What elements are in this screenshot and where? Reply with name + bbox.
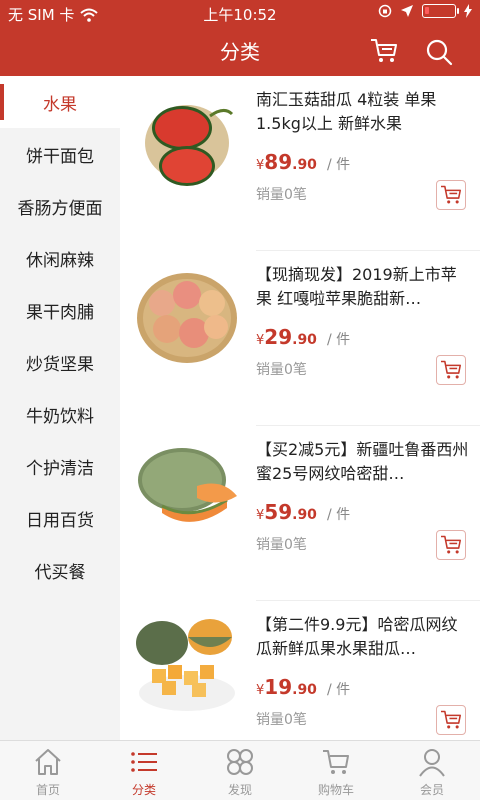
tab-category[interactable]: 分类: [96, 741, 192, 800]
location-icon: [401, 5, 413, 17]
price-unit: / 件: [326, 332, 351, 348]
sidebar-item-spicy-snacks[interactable]: 休闲麻辣: [0, 232, 120, 284]
product-price: ¥19.90 / 件: [256, 675, 351, 699]
cart-icon: [441, 360, 461, 379]
tab-home[interactable]: 首页: [0, 741, 96, 800]
sidebar-item-dried-fruit-jerky[interactable]: 果干肉脯: [0, 284, 120, 336]
product-title[interactable]: 南汇玉菇甜瓜 4粒装 单果1.5kg以上 新鲜水果: [256, 88, 470, 136]
list-item[interactable]: 南汇玉菇甜瓜 4粒装 单果1.5kg以上 新鲜水果 ¥89.90 / 件 销量0…: [120, 76, 480, 251]
page-title: 分类: [220, 40, 260, 64]
rotation-lock-icon: [378, 4, 392, 18]
list-icon: [131, 752, 157, 772]
product-image-watermelon: [145, 105, 234, 186]
user-icon: [419, 749, 445, 777]
cart-icon: [441, 185, 461, 204]
sidebar-item-milk-drinks[interactable]: 牛奶饮料: [0, 388, 120, 440]
app-header: 无 SIM 卡 上午10:52 分类: [0, 0, 480, 76]
sidebar-item-biscuits[interactable]: 饼干面包: [0, 128, 120, 180]
product-image-hami-melon: [138, 448, 237, 522]
add-to-cart-button[interactable]: [436, 530, 466, 560]
discover-icon: [227, 749, 253, 775]
tab-member[interactable]: 会员: [384, 741, 480, 800]
tab-discover[interactable]: 发现: [192, 741, 288, 800]
battery-icon: [422, 4, 459, 18]
product-image-apples: [137, 273, 237, 363]
cart-icon: [323, 750, 349, 774]
list-item[interactable]: 【买2减5元】新疆吐鲁番西州蜜25号网纹哈密甜… ¥59.90 / 件 销量0笔: [120, 426, 480, 601]
sidebar-item-personal-care[interactable]: 个护清洁: [0, 440, 120, 492]
price-unit: / 件: [326, 157, 351, 173]
product-price: ¥29.90 / 件: [256, 325, 351, 349]
cart-icon[interactable]: [370, 38, 398, 64]
sales-count: 销量0笔: [256, 537, 307, 553]
cart-icon: [441, 535, 461, 554]
add-to-cart-button[interactable]: [436, 705, 466, 735]
product-image-cut-melon: [136, 619, 235, 711]
sidebar-item-fruit[interactable]: 水果: [0, 76, 120, 128]
product-list: 南汇玉菇甜瓜 4粒装 单果1.5kg以上 新鲜水果 ¥89.90 / 件 销量0…: [120, 76, 480, 740]
list-item[interactable]: 【现摘现发】2019新上市苹果 红嘎啦苹果脆甜新… ¥29.90 / 件 销量0…: [120, 251, 480, 426]
tab-cart[interactable]: 购物车: [288, 741, 384, 800]
sidebar-item-sausage-noodles[interactable]: 香肠方便面: [0, 180, 120, 232]
sidebar-item-meal-delivery[interactable]: 代买餐: [0, 544, 120, 596]
bottom-tab-bar: 首页 分类 发现 购物车 会员: [0, 740, 480, 800]
product-price: ¥59.90 / 件: [256, 500, 351, 524]
product-title[interactable]: 【第二件9.9元】哈密瓜网纹瓜新鲜瓜果水果甜瓜…: [256, 613, 470, 661]
sidebar-item-nuts[interactable]: 炒货坚果: [0, 336, 120, 388]
home-icon: [35, 749, 61, 775]
product-title[interactable]: 【现摘现发】2019新上市苹果 红嘎啦苹果脆甜新…: [256, 263, 470, 311]
status-bar: 无 SIM 卡 上午10:52: [0, 0, 480, 26]
sidebar-item-daily-goods[interactable]: 日用百货: [0, 492, 120, 544]
sales-count: 销量0笔: [256, 362, 307, 378]
sales-count: 销量0笔: [256, 712, 307, 728]
price-unit: / 件: [326, 682, 351, 698]
add-to-cart-button[interactable]: [436, 180, 466, 210]
product-price: ¥89.90 / 件: [256, 150, 351, 174]
cart-icon: [441, 710, 461, 729]
search-icon[interactable]: [425, 38, 453, 66]
charging-icon: [464, 4, 472, 18]
price-unit: / 件: [326, 507, 351, 523]
category-sidebar: 水果 饼干面包 香肠方便面 休闲麻辣 果干肉脯 炒货坚果 牛奶饮料 个护清洁 日…: [0, 76, 120, 740]
add-to-cart-button[interactable]: [436, 355, 466, 385]
list-item[interactable]: 【第二件9.9元】哈密瓜网纹瓜新鲜瓜果水果甜瓜… ¥19.90 / 件 销量0笔: [120, 601, 480, 740]
sales-count: 销量0笔: [256, 187, 307, 203]
product-title[interactable]: 【买2减5元】新疆吐鲁番西州蜜25号网纹哈密甜…: [256, 438, 470, 486]
